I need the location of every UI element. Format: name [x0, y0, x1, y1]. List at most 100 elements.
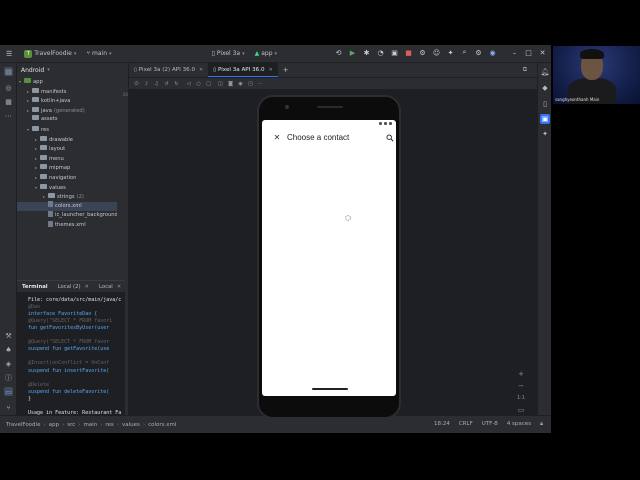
project-tool-icon[interactable]: ▤ [4, 67, 13, 76]
tree-item-suffix: (generated) [53, 107, 85, 114]
home-icon[interactable]: ○ [195, 80, 202, 87]
tree-item[interactable]: ▸ java (generated) [17, 106, 117, 115]
close-icon[interactable]: ✕ [85, 284, 89, 290]
tree-item[interactable]: ▾ values [17, 183, 117, 192]
close-icon[interactable]: ✕ [273, 134, 281, 142]
file-encoding[interactable]: UTF-8 [482, 421, 498, 428]
fit-window-icon[interactable]: ▭ [517, 406, 525, 414]
rotate-left-icon[interactable]: ↺ [163, 80, 170, 87]
back-icon[interactable]: ◁ [185, 80, 192, 87]
running-devices-icon[interactable]: ▣ [540, 114, 550, 124]
close-icon[interactable]: ✕ [538, 48, 547, 57]
tree-item[interactable]: themes.xml [17, 220, 117, 230]
tree-item[interactable]: ▸ kotlin+java [17, 96, 117, 105]
project-switcher[interactable]: T TravelFoodie ▾ [24, 49, 76, 58]
tree-item[interactable]: assets [17, 115, 117, 124]
sync-icon[interactable]: ⟲ [334, 48, 343, 57]
snapshot-icon[interactable]: ◳ [247, 80, 254, 87]
breadcrumb-item[interactable]: colors.xml [148, 422, 176, 428]
gradle-tool-icon[interactable]: ◆ [540, 83, 550, 93]
run-config-selector[interactable]: ▲ app ▾ [255, 50, 277, 57]
overview-icon[interactable]: □ [205, 80, 212, 87]
minimize-icon[interactable]: – [510, 48, 519, 57]
tab-pixel-3a-2[interactable]: ▯ Pixel 3a (2) API 36.0 ✕ [129, 63, 208, 77]
zoom-out-icon[interactable]: − [517, 382, 525, 390]
problems-icon[interactable]: ⓘ [4, 373, 13, 382]
breadcrumb-item[interactable]: values [122, 422, 140, 428]
tree-item[interactable]: ▸ menu [17, 154, 117, 163]
settings-icon[interactable]: ⚙ [474, 48, 483, 57]
tree-item[interactable]: ▾ app [17, 77, 117, 86]
breadcrumb-item[interactable]: main [83, 422, 97, 428]
notifications-icon[interactable]: 🔔︎ [540, 67, 550, 77]
open-external-icon[interactable]: ⧉ [523, 66, 527, 74]
tree-item[interactable]: ▸ drawable [17, 135, 117, 144]
tree-item[interactable]: ▸ navigation [17, 173, 117, 182]
tree-item[interactable]: ▸ manifests [17, 87, 117, 96]
logcat-icon[interactable]: ♠ [4, 345, 13, 354]
git-icon[interactable]: ⑂ [4, 403, 13, 412]
breadcrumb-item[interactable]: src [67, 422, 75, 428]
terminal-line: @Query("SELECT * FROM favor [28, 339, 110, 346]
power-icon[interactable]: ⏻ [133, 80, 140, 87]
breadcrumb-item[interactable]: res [105, 422, 113, 428]
fold-icon[interactable]: ◫ [217, 80, 224, 87]
tree-item[interactable]: ▸ strings (2) [17, 192, 117, 201]
volume-up-icon[interactable]: ♪ [143, 80, 150, 87]
profile-icon[interactable]: ◔ [376, 48, 385, 57]
tree-item[interactable]: colors.xml [17, 201, 117, 211]
resource-manager-icon[interactable]: ▦ [4, 97, 13, 106]
device-manager-tool-icon[interactable]: ▯ [540, 99, 550, 109]
breadcrumb-item[interactable]: TravelFoodie [6, 422, 40, 428]
app-inspection-icon[interactable]: ◈ [4, 359, 13, 368]
gemini-icon[interactable]: ◉ [488, 48, 497, 57]
close-icon[interactable]: ✕ [199, 67, 203, 73]
add-tab-button[interactable]: + [278, 63, 294, 77]
people-icon[interactable]: ☺ [432, 48, 441, 57]
close-icon[interactable]: ✕ [117, 284, 121, 290]
tree-item[interactable]: ▾ res [17, 125, 117, 134]
build-icon[interactable]: ⚒ [4, 331, 13, 340]
device-selector[interactable]: ▯ Pixel 3a ▾ [212, 50, 245, 57]
gemini-tool-icon[interactable]: ✦ [540, 129, 550, 139]
tree-item[interactable]: ▸ mipmap [17, 163, 117, 172]
loading-spinner-icon [345, 215, 351, 221]
zoom-in-icon[interactable]: + [517, 370, 525, 378]
gesture-nav-bar[interactable] [312, 388, 348, 390]
stop-icon[interactable]: ■ [404, 48, 413, 57]
phone-screen[interactable]: ✕ Choose a contact [262, 120, 396, 396]
tree-item[interactable]: ▸ layout [17, 144, 117, 153]
extended-controls-icon[interactable]: ⋯ [257, 80, 264, 87]
plugins-icon[interactable]: ✦ [446, 48, 455, 57]
indent-setting[interactable]: 4 spaces [507, 421, 531, 428]
tab-pixel-3a[interactable]: ▯ Pixel 3a API 36.0 ✕ [208, 63, 278, 77]
cursor-position[interactable]: 18:24 [434, 421, 450, 428]
breadcrumb-item[interactable]: app [49, 422, 59, 428]
hamburger-menu[interactable]: ☰ [6, 50, 12, 58]
debug-icon[interactable]: ✱ [362, 48, 371, 57]
close-icon[interactable]: ✕ [269, 67, 273, 73]
screenshot-icon[interactable]: ◙ [227, 80, 234, 87]
fit-screen-icon[interactable]: 1:1 [517, 394, 525, 402]
terminal-tool-icon[interactable]: ▭ [4, 387, 13, 396]
branch-switcher[interactable]: ⑂ main ▾ [86, 50, 111, 57]
more-tools-icon[interactable]: ⋯ [4, 111, 13, 120]
run-icon[interactable]: ▶ [348, 48, 357, 57]
toolbar-actions: ⟲ ▶ ✱ ◔ ▣ ■ ⚙ ☺ ✦ ⌕ ⚙ ◉ – □ ✕ [334, 48, 547, 57]
rotate-right-icon[interactable]: ↻ [173, 80, 180, 87]
gradle-icon[interactable]: ⚙ [418, 48, 427, 57]
line-ending[interactable]: CRLF [459, 421, 473, 428]
search-icon[interactable] [386, 134, 394, 142]
breadcrumb[interactable]: TravelFoodie › app › src › main › res › values › col… [6, 422, 176, 428]
search-icon[interactable]: ⌕ [460, 48, 469, 57]
tab-local[interactable]: Local ✕ [94, 284, 125, 290]
commit-icon[interactable]: ◎ [4, 83, 13, 92]
tab-local-2[interactable]: Local (2) ✕ [53, 284, 94, 290]
maximize-icon[interactable]: □ [524, 48, 533, 57]
record-icon[interactable]: ◉ [237, 80, 244, 87]
readonly-lock-icon[interactable]: 🔒︎ [540, 421, 543, 428]
tree-item[interactable]: ic_launcher_background.x [17, 210, 117, 220]
project-view-selector[interactable]: Android ▾ [17, 63, 117, 77]
device-manager-icon[interactable]: ▣ [390, 48, 399, 57]
volume-down-icon[interactable]: ♫ [153, 80, 160, 87]
